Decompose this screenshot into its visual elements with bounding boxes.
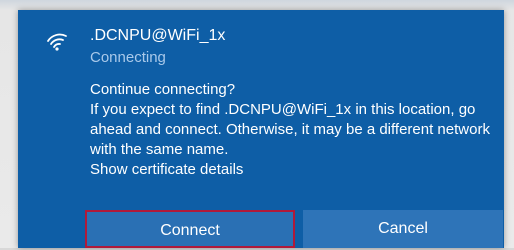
connect-message: Continue connecting? If you expect to fi… [90,80,495,180]
connect-button[interactable]: Connect [85,210,295,248]
connection-status: Connecting [90,49,166,66]
show-certificate-link[interactable]: Show certificate details [90,160,495,180]
connect-warning-text: If you expect to find .DCNPU@WiFi_1x in … [90,101,490,158]
network-name: .DCNPU@WiFi_1x [90,27,226,44]
continue-question: Continue connecting? [90,81,236,98]
cancel-button[interactable]: Cancel [303,210,503,248]
wifi-signal-icon [46,32,68,52]
wifi-connect-panel: .DCNPU@WiFi_1x Connecting Continue conne… [18,10,504,248]
